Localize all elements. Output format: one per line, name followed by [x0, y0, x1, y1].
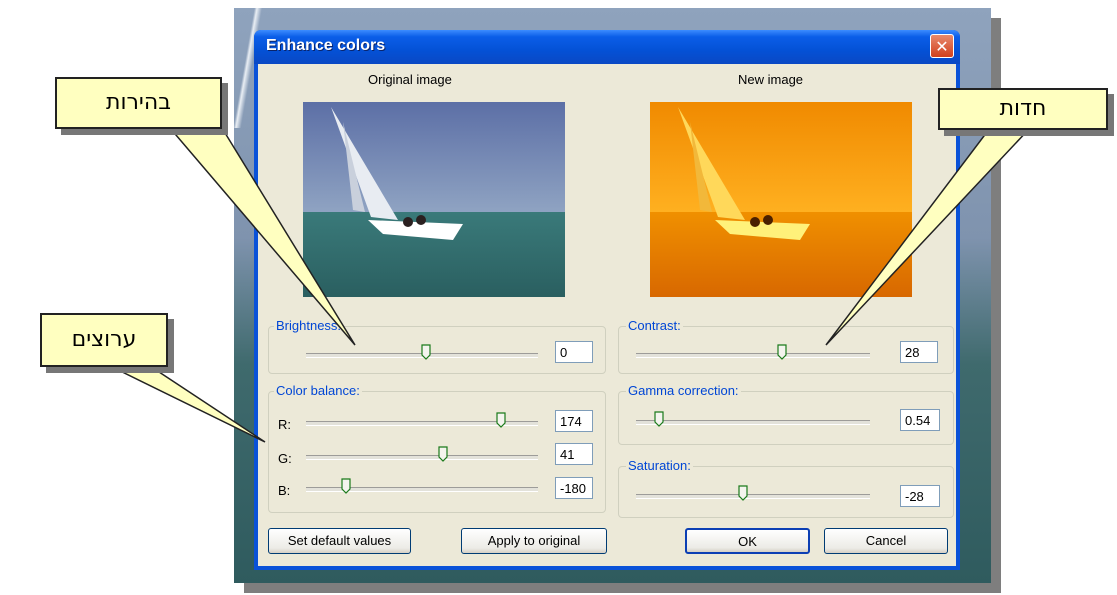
- channels-callout: ערוצים: [40, 313, 168, 367]
- brightness-callout: בהירות: [55, 77, 222, 129]
- brightness-pointer: [168, 127, 356, 346]
- sharpness-callout: חדות: [938, 88, 1108, 130]
- sharpness-pointer: [825, 127, 1032, 346]
- channels-pointer: [109, 365, 266, 443]
